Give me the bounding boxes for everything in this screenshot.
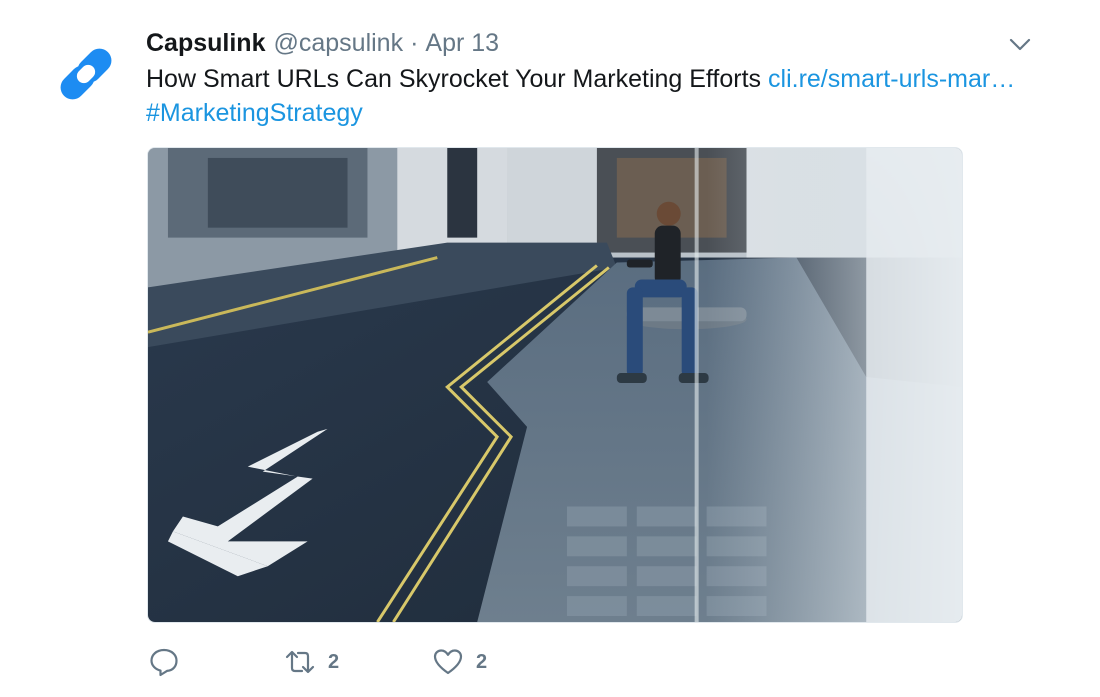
timestamp[interactable]: Apr 13 bbox=[425, 28, 499, 58]
tweet-media-photo[interactable] bbox=[147, 147, 963, 623]
tweet-menu-button[interactable] bbox=[1006, 30, 1034, 58]
tweet-text-line: How Smart URLs Can Skyrocket Your Market… bbox=[146, 62, 1046, 96]
tweet-actions: 2 2 bbox=[148, 644, 487, 680]
separator-dot: · bbox=[410, 29, 419, 57]
reply-icon bbox=[150, 648, 178, 677]
retweet-icon bbox=[285, 650, 315, 674]
tweet-text: How Smart URLs Can Skyrocket Your Market… bbox=[146, 62, 1046, 130]
street-photo-image bbox=[148, 148, 962, 622]
avatar[interactable] bbox=[52, 40, 120, 108]
tweet-header: Capsulink @capsulink · Apr 13 bbox=[146, 28, 499, 58]
like-count: 2 bbox=[476, 650, 488, 673]
reply-button[interactable] bbox=[148, 646, 284, 678]
tweet-link[interactable]: cli.re/smart-urls-mar… bbox=[768, 65, 1015, 93]
tweet-text-line: #MarketingStrategy bbox=[146, 96, 1046, 130]
like-button[interactable]: 2 bbox=[432, 646, 487, 678]
hashtag-link[interactable]: #MarketingStrategy bbox=[146, 99, 363, 127]
chevron-down-icon bbox=[1009, 38, 1031, 51]
chain-link-icon bbox=[60, 48, 112, 100]
retweet-count: 2 bbox=[328, 650, 340, 673]
tweet-body-text: How Smart URLs Can Skyrocket Your Market… bbox=[146, 65, 762, 93]
display-name[interactable]: Capsulink bbox=[146, 28, 265, 58]
user-handle[interactable]: @capsulink bbox=[273, 28, 403, 58]
heart-icon bbox=[433, 649, 463, 675]
retweet-button[interactable]: 2 bbox=[284, 646, 432, 678]
tweet-card: Capsulink @capsulink · Apr 13 How Smart … bbox=[0, 0, 1100, 697]
